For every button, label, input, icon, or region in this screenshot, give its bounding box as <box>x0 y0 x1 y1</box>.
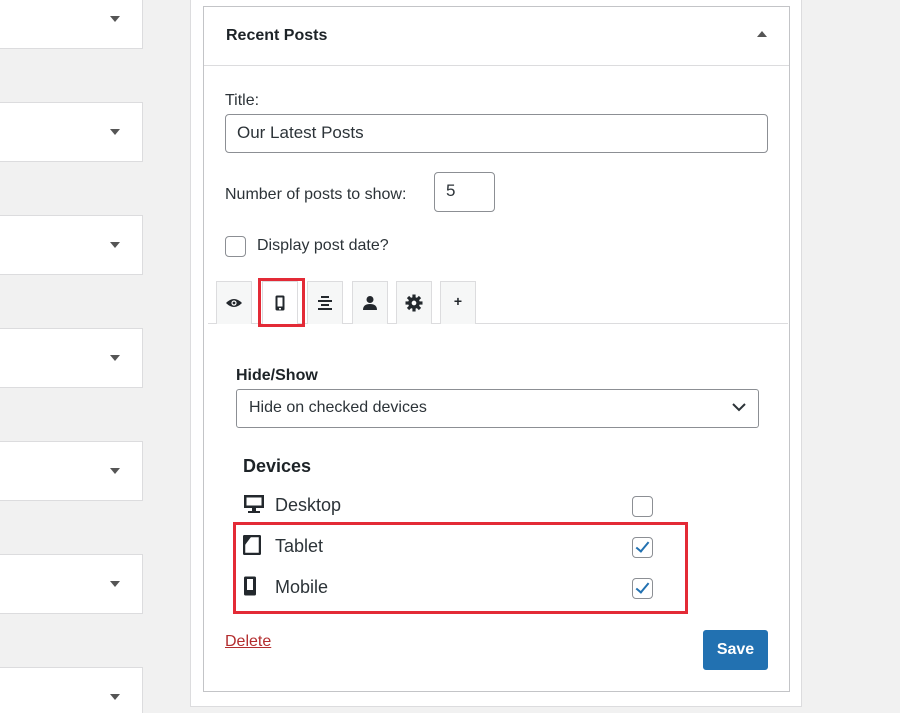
devices-tab-highlight <box>258 278 305 327</box>
tab-settings[interactable] <box>396 281 432 324</box>
gear-icon <box>405 294 423 312</box>
hide-show-select[interactable]: Hide on checked devices <box>236 389 759 428</box>
tab-more[interactable]: + <box>440 281 476 324</box>
expand-arrow-icon[interactable] <box>110 581 120 587</box>
title-field-label: Title: <box>225 92 260 109</box>
tab-visibility[interactable] <box>216 281 252 324</box>
widget-header[interactable]: Recent Posts <box>204 7 789 66</box>
tab-roles[interactable] <box>352 281 388 324</box>
save-button[interactable]: Save <box>703 630 768 670</box>
tab-alignment[interactable] <box>307 281 343 324</box>
expand-arrow-icon[interactable] <box>110 16 120 22</box>
eye-icon <box>226 299 242 307</box>
expand-arrow-icon[interactable] <box>110 129 120 135</box>
collapsed-widget[interactable] <box>0 215 143 275</box>
desktop-icon <box>244 495 264 513</box>
expand-arrow-icon[interactable] <box>110 242 120 248</box>
user-icon <box>363 296 377 310</box>
num-posts-input[interactable]: 5 <box>434 172 495 212</box>
align-center-icon <box>318 296 332 310</box>
collapsed-widget[interactable] <box>0 328 143 388</box>
delete-link[interactable]: Delete <box>225 633 271 651</box>
collapsed-widget[interactable] <box>0 102 143 162</box>
collapse-arrow-icon[interactable] <box>757 31 767 37</box>
expand-arrow-icon[interactable] <box>110 355 120 361</box>
device-label: Desktop <box>275 495 342 515</box>
desktop-checkbox[interactable] <box>632 496 653 517</box>
hide-show-label: Hide/Show <box>236 367 318 384</box>
widget-title: Recent Posts <box>226 27 328 44</box>
display-date-label: Display post date? <box>257 237 389 254</box>
expand-arrow-icon[interactable] <box>110 468 120 474</box>
left-widget-column <box>0 0 145 713</box>
expand-arrow-icon[interactable] <box>110 694 120 700</box>
collapsed-widget[interactable] <box>0 441 143 501</box>
chevron-down-icon <box>732 403 746 412</box>
display-date-checkbox[interactable] <box>225 236 246 257</box>
num-posts-label: Number of posts to show: <box>225 186 407 203</box>
devices-highlight <box>233 522 688 614</box>
collapsed-widget[interactable] <box>0 554 143 614</box>
plus-icon: + <box>453 293 463 309</box>
devices-label: Devices <box>243 456 312 476</box>
title-input[interactable]: Our Latest Posts <box>225 114 768 153</box>
select-value: Hide on checked devices <box>249 399 427 416</box>
collapsed-widget[interactable] <box>0 0 143 49</box>
collapsed-widget[interactable] <box>0 667 143 713</box>
